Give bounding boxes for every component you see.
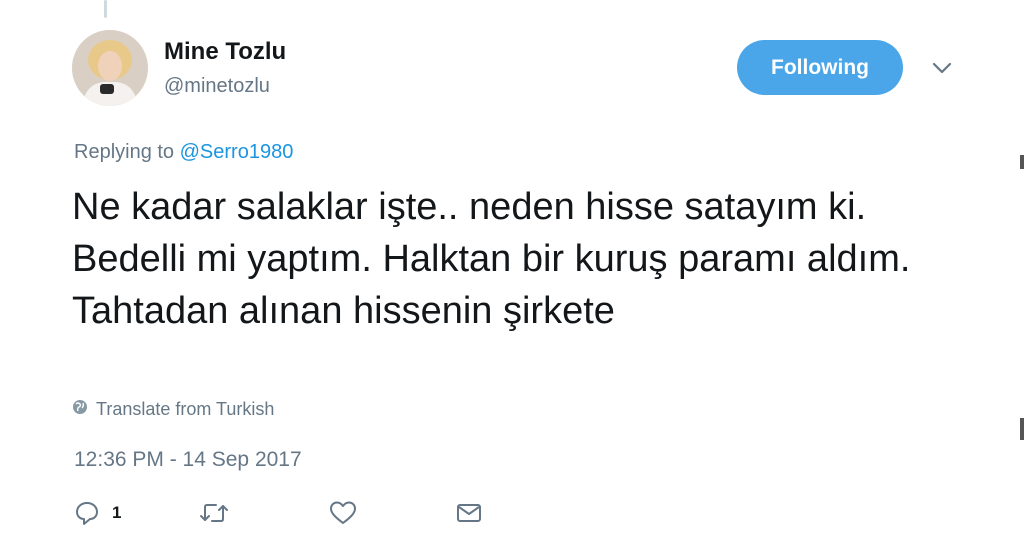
message-icon	[455, 501, 483, 525]
reply-icon	[74, 500, 100, 526]
chevron-down-icon[interactable]	[930, 58, 954, 78]
like-button[interactable]	[329, 497, 357, 529]
edge-divider	[1020, 155, 1024, 169]
reply-count: 1	[112, 503, 122, 522]
message-button[interactable]	[455, 497, 483, 529]
reply-button[interactable]: 1	[74, 497, 121, 529]
replying-to-label: Replying to	[74, 141, 180, 163]
avatar[interactable]	[72, 30, 148, 106]
author-name[interactable]: Mine Tozlu	[164, 38, 286, 66]
retweet-button[interactable]	[198, 497, 230, 529]
tweet-timestamp[interactable]: 12:36 PM - 14 Sep 2017	[74, 448, 302, 472]
tweet-text: Ne kadar salaklar işte.. neden hisse sat…	[72, 186, 911, 332]
thread-connector-line	[104, 0, 107, 18]
avatar-image	[72, 30, 148, 106]
edge-divider	[1020, 418, 1024, 440]
like-icon	[329, 500, 357, 526]
translate-label: Translate from Turkish	[96, 399, 275, 419]
replying-to: Replying to @Serro1980	[74, 141, 293, 164]
globe-icon	[72, 399, 88, 420]
translate-link[interactable]: Translate from Turkish	[72, 399, 274, 420]
retweet-icon	[198, 500, 230, 526]
following-button[interactable]: Following	[737, 40, 903, 95]
author-handle[interactable]: @minetozlu	[164, 75, 270, 98]
mention-link[interactable]: @Serro1980	[180, 141, 294, 163]
